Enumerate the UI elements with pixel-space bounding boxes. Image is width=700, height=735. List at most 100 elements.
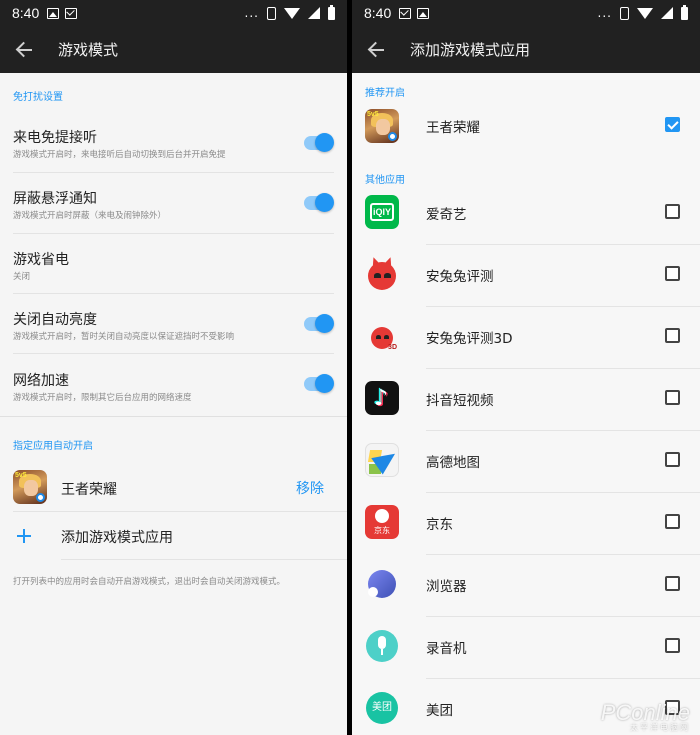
app-name: 浏览器	[426, 579, 467, 595]
app-name: 安兔兔评测	[426, 269, 494, 285]
vibrate-icon	[267, 6, 276, 20]
setting-subtitle: 游戏模式开启时，来电接听后自动切换到后台并开启免提	[13, 150, 226, 160]
toggle-switch[interactable]	[304, 133, 334, 152]
setting-subtitle: 游戏模式开启时屏蔽（来电及闹钟除外）	[13, 211, 167, 221]
app-name: 高德地图	[426, 455, 480, 471]
setting-title: 来电免提接听	[13, 130, 97, 146]
app-row-antutu[interactable]: 安兔兔评测	[352, 245, 700, 307]
honor-of-kings-icon: 5v5	[365, 109, 399, 143]
add-app-label: 添加游戏模式应用	[61, 530, 173, 546]
app-name: 录音机	[426, 641, 467, 657]
checkbox[interactable]	[665, 576, 680, 591]
setting-title: 网络加速	[13, 373, 69, 389]
checkbox[interactable]	[665, 266, 680, 281]
jd-icon: 京东	[365, 505, 399, 539]
status-time: 8:40	[364, 5, 392, 21]
checkbox[interactable]	[665, 204, 680, 219]
setting-power-saving[interactable]: 游戏省电 关闭	[0, 234, 347, 294]
mail-notification-icon	[65, 7, 78, 19]
setting-auto-brightness[interactable]: 关闭自动亮度 游戏模式开启时，暂时关闭自动亮度以保证遮挡时不受影响	[0, 294, 347, 354]
setting-subtitle: 游戏模式开启时，暂时关闭自动亮度以保证遮挡时不受影响	[13, 332, 235, 342]
battery-icon	[681, 4, 688, 20]
divider	[61, 559, 347, 560]
app-row-recorder[interactable]: 录音机	[352, 617, 700, 679]
game-mode-screen: 8:40 ... 游戏模式 免打扰设置 来电免提接听 游戏模式开启时，来电接听后…	[0, 0, 347, 735]
microphone-icon	[365, 629, 399, 663]
toggle-knob	[315, 314, 334, 333]
back-arrow-icon[interactable]	[16, 42, 32, 58]
page-title: 游戏模式	[58, 41, 119, 59]
honor-of-kings-icon: 5v5	[13, 470, 47, 504]
status-bar: 8:40 ...	[0, 0, 347, 26]
app-row-honor-of-kings[interactable]: 5v5 王者荣耀	[352, 96, 700, 158]
add-game-app-row[interactable]: 添加游戏模式应用	[0, 512, 347, 560]
setting-subtitle: 关闭	[13, 272, 31, 282]
mail-notification-icon	[399, 7, 412, 19]
app-name: 安兔兔评测3D	[426, 331, 513, 347]
game-icon-badge: 5v5	[367, 111, 379, 118]
wifi-icon	[284, 7, 300, 19]
app-row-iqiyi[interactable]: iQIY 爱奇艺	[352, 183, 700, 245]
setting-call-handsfree[interactable]: 来电免提接听 游戏模式开启时，来电接听后自动切换到后台并开启免提	[0, 113, 347, 173]
setting-title: 屏蔽悬浮通知	[13, 191, 97, 207]
antutu-3d-icon: 3D	[365, 319, 399, 353]
setting-subtitle: 游戏模式开启时，限制其它后台应用的网络速度	[13, 393, 192, 403]
status-bar: 8:40 ...	[352, 0, 700, 26]
game-icon-badge: 5v5	[15, 472, 27, 479]
page-title: 添加游戏模式应用	[410, 41, 531, 59]
back-arrow-icon[interactable]	[368, 42, 384, 58]
douyin-icon-glyph: ♪	[374, 386, 389, 411]
toggle-switch[interactable]	[304, 193, 334, 212]
app-name: 王者荣耀	[426, 120, 480, 136]
meituan-icon-text: 美团	[366, 692, 398, 724]
section-dnd-label: 免打扰设置	[13, 92, 63, 103]
plus-icon	[17, 529, 31, 543]
status-time: 8:40	[12, 5, 40, 21]
toggle-knob	[315, 374, 334, 393]
wifi-icon	[637, 7, 653, 19]
app-bar: 添加游戏模式应用	[352, 26, 700, 73]
antutu-icon	[365, 255, 399, 291]
antutu-3d-icon-text: 3D	[388, 344, 397, 351]
toggle-switch[interactable]	[304, 314, 334, 333]
checkbox[interactable]	[665, 638, 680, 653]
image-notification-icon	[47, 7, 60, 19]
douyin-icon: ♪	[365, 381, 399, 415]
app-row-douyin[interactable]: ♪ 抖音短视频	[352, 369, 700, 431]
auto-app-name: 王者荣耀	[61, 482, 117, 498]
meituan-icon: 美团	[365, 691, 399, 725]
checkbox[interactable]	[665, 390, 680, 405]
checkbox[interactable]	[665, 328, 680, 343]
toggle-knob	[315, 133, 334, 152]
add-game-app-screen: 8:40 ... 添加游戏模式应用 推荐开启 5v5 王者荣耀 其他应用 iQI…	[352, 0, 700, 735]
app-bar: 游戏模式	[0, 26, 347, 73]
more-dots: ...	[244, 6, 259, 20]
setting-network-boost[interactable]: 网络加速 游戏模式开启时，限制其它后台应用的网络速度	[0, 354, 347, 416]
app-name: 抖音短视频	[426, 393, 494, 409]
iqiyi-icon-text: iQIY	[370, 203, 394, 221]
section-divider	[0, 416, 347, 417]
image-notification-icon	[417, 7, 430, 19]
app-row-jd[interactable]: 京东 京东	[352, 493, 700, 555]
battery-icon	[328, 4, 335, 20]
checkbox[interactable]	[665, 452, 680, 467]
app-row-antutu-3d[interactable]: 3D 安兔兔评测3D	[352, 307, 700, 369]
checkbox-checked[interactable]	[665, 117, 680, 132]
checkbox[interactable]	[665, 514, 680, 529]
app-name: 京东	[426, 517, 453, 533]
setting-title: 关闭自动亮度	[13, 312, 97, 328]
section-auto-label: 指定应用自动开启	[13, 441, 93, 452]
jd-icon-text: 京东	[374, 526, 390, 535]
toggle-switch[interactable]	[304, 374, 334, 393]
auto-app-row: 5v5 王者荣耀 移除	[0, 462, 347, 512]
app-name: 美团	[426, 703, 453, 719]
app-row-browser[interactable]: 浏览器	[352, 555, 700, 617]
toggle-knob	[315, 193, 334, 212]
remove-button[interactable]: 移除	[296, 478, 324, 498]
footer-note: 打开列表中的应用时会自动开启游戏模式，退出时会自动关闭游戏模式。	[13, 577, 286, 587]
setting-block-notifications[interactable]: 屏蔽悬浮通知 游戏模式开启时屏蔽（来电及闹钟除外）	[0, 173, 347, 234]
app-row-amap[interactable]: 高德地图	[352, 431, 700, 493]
signal-icon	[308, 7, 320, 19]
watermark-logo: PConline 太平洋电脑网	[601, 700, 690, 733]
iqiyi-icon: iQIY	[365, 195, 399, 229]
